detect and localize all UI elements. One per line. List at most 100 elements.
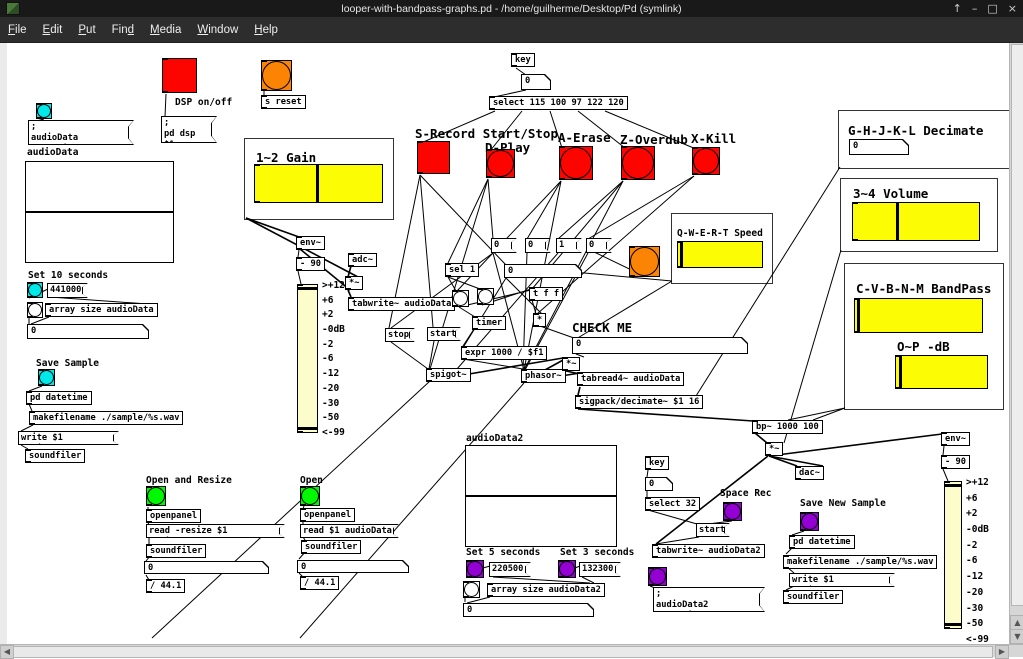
soundfiler3-object: soundfiler <box>301 540 361 554</box>
dsp-comment: DSP on/off <box>175 97 232 108</box>
minimize-button[interactable]: – <box>972 2 978 15</box>
vertical-scrollbar[interactable]: ▲ ▼ <box>1009 42 1023 644</box>
close-button[interactable]: × <box>1008 2 1017 15</box>
open-bang[interactable] <box>300 486 320 506</box>
volume-slider[interactable] <box>852 202 980 241</box>
horizontal-scrollbar[interactable]: ◀ ▶ <box>0 644 1023 657</box>
bang-circle <box>724 503 741 520</box>
read-resize-message[interactable]: read -resize $1 audioData <box>146 524 285 538</box>
menu-media[interactable]: Media <box>142 24 189 36</box>
set3-bang[interactable] <box>558 560 576 578</box>
kill-bang[interactable] <box>692 147 720 175</box>
arraysize-bang[interactable] <box>27 302 43 318</box>
set5-bang[interactable] <box>466 560 484 578</box>
number-text: 0 <box>522 75 550 89</box>
bang-circle <box>464 582 479 597</box>
space-rec-bang[interactable] <box>723 502 742 521</box>
horizontal-scrollbar-thumb[interactable] <box>13 646 993 658</box>
menu-find[interactable]: Find <box>104 24 142 36</box>
number-text: 0 <box>505 265 581 277</box>
slider-knob[interactable] <box>680 242 683 267</box>
message-text: write $1 audioData <box>19 432 118 444</box>
arraysize-number[interactable]: 0 <box>27 324 149 339</box>
set10-bang[interactable] <box>27 282 43 298</box>
bandpass-gain-slider[interactable] <box>895 355 988 389</box>
menu-edit[interactable]: Edit <box>35 24 71 36</box>
write-audiodata-message[interactable]: write $1 audioData <box>18 431 119 445</box>
audiodata2-normalize-message[interactable]: ; audioData2 normalize <box>653 587 765 612</box>
gain-slider[interactable] <box>254 164 383 203</box>
read-message[interactable]: read $1 audioData <box>300 524 399 538</box>
audiodata-normalize-message[interactable]: ; audioData normalize <box>28 120 134 145</box>
normalize2-bang[interactable] <box>648 567 667 586</box>
position-number[interactable]: 0 <box>504 264 582 278</box>
menu-file[interactable]: File <box>0 24 35 36</box>
bang-circle <box>801 513 818 530</box>
arraysize2-bang[interactable] <box>463 581 480 598</box>
input-level-meter-slider[interactable] <box>297 284 318 433</box>
open-resize-bang[interactable] <box>146 486 166 506</box>
output-level-meter-slider[interactable] <box>944 481 962 629</box>
multiply-sig3-object: *~ <box>765 442 783 456</box>
message-text: start <box>428 328 460 340</box>
normalize-bang[interactable] <box>36 103 52 119</box>
db-scale-tick: -30 <box>966 603 989 614</box>
overdub-bang[interactable] <box>621 146 655 180</box>
samples-220500-message[interactable]: 220500 <box>489 562 531 577</box>
bandpass-freq-slider[interactable] <box>854 298 983 333</box>
scroll-right-arrow[interactable]: ▶ <box>995 645 1009 659</box>
trigger-bang-2[interactable] <box>477 288 494 305</box>
dac-object: dac~ <box>795 466 824 480</box>
slider-knob[interactable] <box>316 165 319 202</box>
write-audiodata2-message[interactable]: write $1 audioData2 <box>789 573 895 587</box>
menu-help[interactable]: Help <box>246 24 286 36</box>
scroll-left-arrow[interactable]: ◀ <box>0 645 14 659</box>
start2-message[interactable]: start <box>696 523 730 537</box>
samples-132300-message[interactable]: 132300 <box>579 562 621 577</box>
trigger-bang-1[interactable] <box>452 290 469 307</box>
samples-441000-message[interactable]: 441000 <box>47 283 88 298</box>
db-scale-tick: -30 <box>322 398 345 409</box>
bang-circle <box>147 487 165 505</box>
decimate-number[interactable]: 0 <box>849 139 909 155</box>
arraysize2-number[interactable]: 0 <box>463 603 594 617</box>
play-bang[interactable] <box>486 149 515 178</box>
speed-slider[interactable] <box>677 241 763 268</box>
audiodata2-comment: audioData2 <box>466 433 523 444</box>
save-sample-bang[interactable] <box>38 369 55 386</box>
db-scale-right: >+12+6+2-0dB-2-6-12-20-30-50<-99 <box>966 477 989 645</box>
db-scale-left: >+12+6+2-0dB-2-6-12-20-30-50<-99 <box>322 280 345 438</box>
shade-button[interactable]: ↑ <box>953 2 962 15</box>
maximize-button[interactable]: □ <box>987 2 997 15</box>
length-number-1[interactable]: 0 <box>144 561 269 574</box>
pd-dsp-message[interactable]: ; pd dsp $1 <box>161 116 217 143</box>
slider-knob[interactable] <box>857 299 860 332</box>
dsp-toggle[interactable] <box>162 58 197 93</box>
erase-bang[interactable] <box>559 146 593 180</box>
vertical-scrollbar-thumb[interactable] <box>1011 44 1023 606</box>
slider-knob[interactable] <box>298 287 317 290</box>
multiply-sig2-object: *~ <box>562 357 580 371</box>
start-message[interactable]: start <box>427 327 461 341</box>
soundfiler-object: soundfiler <box>25 449 85 463</box>
audiodata2-array-graph[interactable] <box>465 445 617 547</box>
soundfiler4-object: soundfiler <box>783 590 843 604</box>
save-new-bang[interactable] <box>800 512 819 531</box>
checkme-number[interactable]: 0 <box>572 337 748 354</box>
audiodata-array-graph[interactable] <box>25 161 174 263</box>
slider-knob[interactable] <box>896 203 899 240</box>
slider-knob[interactable] <box>945 484 961 487</box>
key-number[interactable]: 0 <box>521 74 551 90</box>
scroll-down-arrow[interactable]: ▼ <box>1010 629 1023 644</box>
key2-number[interactable]: 0 <box>645 477 673 491</box>
menu-put[interactable]: Put <box>70 24 103 36</box>
slider-knob[interactable] <box>899 356 902 388</box>
reset-bang[interactable] <box>261 60 292 91</box>
scroll-up-arrow[interactable]: ▲ <box>1010 615 1023 630</box>
save-new-comment: Save New Sample <box>800 498 886 509</box>
speed-reset-bang[interactable] <box>629 246 660 277</box>
length-number-2[interactable]: 0 <box>297 560 409 573</box>
db-scale-tick: -2 <box>322 339 345 350</box>
menu-window[interactable]: Window <box>189 24 246 36</box>
record-toggle[interactable] <box>417 141 450 174</box>
